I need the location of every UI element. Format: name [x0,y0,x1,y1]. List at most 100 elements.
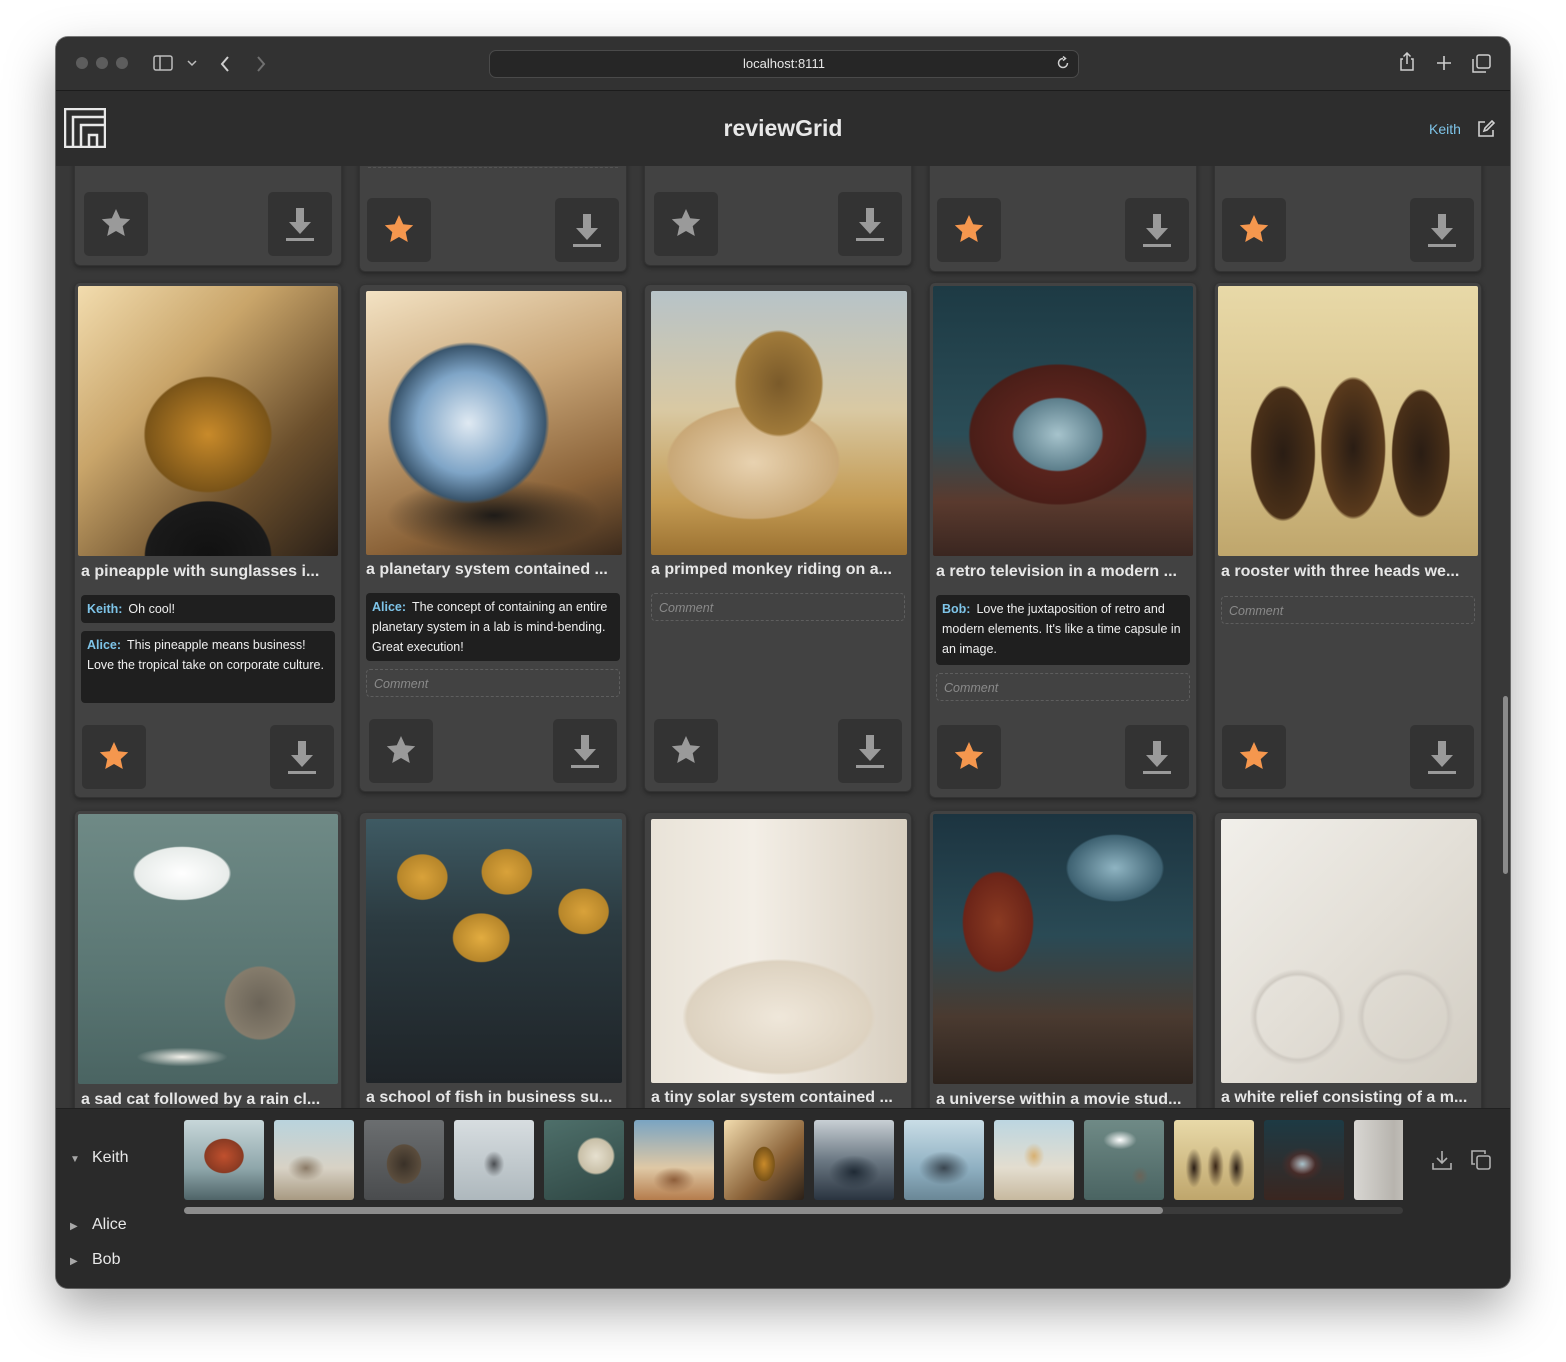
star-button[interactable] [82,725,146,789]
close-dot[interactable] [76,57,88,69]
starred-thumbnail[interactable] [454,1120,534,1200]
reviewer-toggle-alice[interactable]: ▶ Alice [70,1216,127,1234]
image-caption: a primped monkey riding on a... [651,561,892,578]
reviewer-toggle-bob[interactable]: ▶ Bob [70,1251,120,1269]
comment-input[interactable]: Comment [1221,596,1475,624]
download-button[interactable] [270,725,334,789]
image-card: a rooster with three heads we... Comment [1214,282,1482,798]
image-card [74,166,342,266]
download-button[interactable] [1125,198,1189,262]
download-button[interactable] [553,719,617,783]
star-icon [384,215,414,242]
address-bar[interactable]: localhost:8111 [489,50,1079,78]
download-button[interactable] [1125,725,1189,789]
download-icon [1428,741,1456,774]
star-button[interactable] [654,719,718,783]
comment-input[interactable]: Comment [936,673,1190,701]
browser-toolbar: localhost:8111 [56,37,1510,91]
starred-thumbnail[interactable] [1264,1120,1344,1200]
current-user-link[interactable]: Keith [1429,121,1461,137]
download-button[interactable] [268,192,332,256]
image-thumbnail[interactable] [366,819,622,1083]
star-button[interactable] [654,192,718,256]
download-button[interactable] [838,719,902,783]
download-icon [1428,214,1456,247]
share-icon[interactable] [1398,52,1416,72]
star-button[interactable] [369,719,433,783]
download-icon [573,214,601,247]
star-icon [671,736,701,763]
back-icon[interactable] [219,55,231,73]
url-text: localhost:8111 [743,56,825,71]
vertical-scrollbar[interactable] [1503,696,1508,874]
download-all-icon[interactable] [1431,1149,1453,1171]
starred-thumbnail[interactable] [634,1120,714,1200]
starred-thumbnail[interactable] [724,1120,804,1200]
collapsed-triangle-icon: ▶ [70,1256,78,1267]
comment-input[interactable]: Comment [366,669,620,697]
star-button[interactable] [1222,198,1286,262]
starred-thumbnail[interactable] [544,1120,624,1200]
zoom-dot[interactable] [116,57,128,69]
image-thumbnail[interactable] [78,814,338,1084]
download-button[interactable] [838,192,902,256]
comment-text: Oh cool! [128,602,175,616]
image-card: a universe within a movie stud... [929,810,1197,1108]
star-icon [1239,215,1269,242]
forward-icon[interactable] [255,55,267,73]
reviewer-name: Alice [92,1216,127,1233]
download-icon [856,735,884,768]
comment: Alice: The concept of containing an entir… [366,593,620,661]
image-card: a school of fish in business su... [359,812,627,1108]
download-button[interactable] [555,198,619,262]
minimize-dot[interactable] [96,57,108,69]
image-caption: a rooster with three heads we... [1221,563,1460,580]
starred-thumbnail[interactable] [994,1120,1074,1200]
chevron-down-icon[interactable] [187,60,197,67]
download-button[interactable] [1410,198,1474,262]
reviewer-name: Keith [92,1149,129,1166]
strip-scrollbar-thumb[interactable] [184,1207,1163,1214]
starred-thumbnail[interactable] [904,1120,984,1200]
image-thumbnail[interactable] [933,814,1193,1084]
star-button[interactable] [1222,725,1286,789]
starred-thumbnail[interactable] [1174,1120,1254,1200]
image-thumbnail[interactable] [78,286,338,556]
image-thumbnail[interactable] [1218,286,1478,556]
star-button[interactable] [937,198,1001,262]
starred-thumbnail[interactable] [1084,1120,1164,1200]
edit-icon[interactable] [1477,120,1495,138]
copy-icon[interactable] [1470,1149,1492,1171]
reviewer-toggle-keith[interactable]: ▼ Keith [70,1149,128,1167]
download-button[interactable] [1410,725,1474,789]
strip-scrollbar[interactable] [184,1207,1403,1214]
reload-icon[interactable] [1056,56,1070,70]
new-tab-icon[interactable] [1436,55,1452,71]
comment-input[interactable] [368,167,618,168]
starred-thumbnail[interactable] [1354,1120,1403,1200]
image-thumbnail[interactable] [366,291,622,555]
comment-input[interactable]: Comment [651,593,905,621]
star-icon [99,742,129,769]
star-button[interactable] [84,192,148,256]
image-thumbnail[interactable] [651,291,907,555]
tabs-overview-icon[interactable] [1472,54,1491,73]
image-thumbnail[interactable] [1221,819,1477,1083]
star-icon [101,209,131,236]
starred-thumbnail[interactable] [364,1120,444,1200]
image-thumbnail[interactable] [651,819,907,1083]
image-thumbnail[interactable] [933,286,1193,556]
comment: Bob: Love the juxtaposition of retro and … [936,595,1190,665]
starred-thumbnail[interactable] [274,1120,354,1200]
sidebar-toggle-icon[interactable] [153,55,173,71]
star-button[interactable] [367,198,431,262]
starred-thumbnail[interactable] [184,1120,264,1200]
download-icon [1143,214,1171,247]
starred-thumbnail[interactable] [814,1120,894,1200]
comment-text: The concept of containing an entire plan… [372,600,608,654]
star-button[interactable] [937,725,1001,789]
image-card: a retro television in a modern ... Bob: L… [929,282,1197,798]
image-card [1214,166,1482,272]
reviewer-panel: ▼ Keith ▶ Alice ▶ Bob [56,1108,1510,1288]
star-icon [954,215,984,242]
